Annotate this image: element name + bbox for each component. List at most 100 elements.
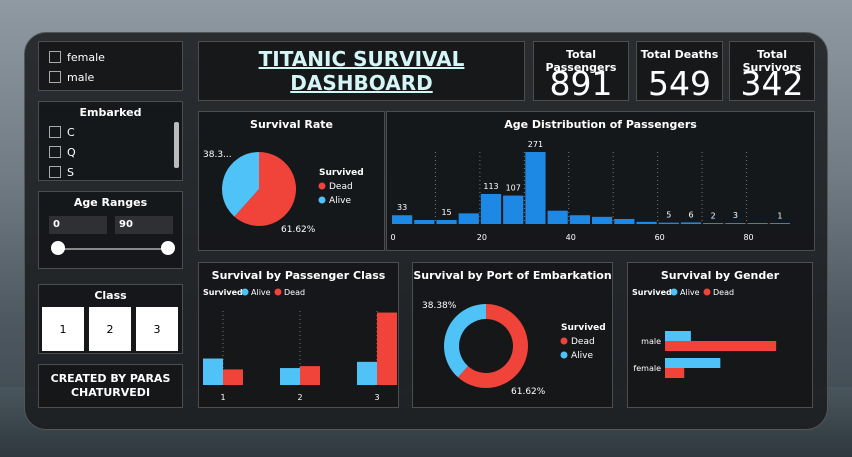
port-chart-panel: Survival by Port of Embarkation Survived… (412, 262, 613, 408)
y-tick-label: male (641, 337, 661, 346)
kpi-label: Total Deaths (640, 48, 719, 61)
age-min-input[interactable]: 0 (49, 216, 107, 234)
gender-chart-panel: Survival by Gender Survived Alive Dead male… (627, 262, 813, 408)
pie-slice-alive (444, 304, 486, 378)
page-title-line1: TITANIC SURVIVAL (258, 47, 465, 71)
credit-text: CREATED BY PARAS CHATURVEDI (50, 372, 171, 399)
kpi-total-deaths: Total Deaths 549 (636, 41, 723, 103)
x-tick-label: 0 (390, 233, 395, 242)
checkbox-icon[interactable] (49, 126, 61, 138)
checkbox-icon[interactable] (49, 166, 61, 178)
x-tick-label: 60 (655, 233, 665, 242)
data-label: 38.38% (422, 301, 457, 311)
class-bar-alive (357, 361, 377, 385)
class-button-3[interactable]: 3 (136, 307, 178, 351)
checkbox-icon[interactable] (49, 51, 61, 63)
x-tick-label: 3 (374, 393, 379, 402)
age-bar (614, 218, 635, 224)
class-title: Class (94, 289, 127, 302)
class-chart: Survived Alive Dead 1 2 3 (203, 288, 397, 402)
title-panel: TITANIC SURVIVAL DASHBOARD (198, 41, 525, 101)
survival-rate-chart-panel: Survival Rate Survived Dead Alive 61.62% 38.… (198, 111, 385, 251)
legend-label: Alive (251, 288, 271, 297)
class-button-1[interactable]: 1 (42, 307, 84, 351)
class-bar-dead (377, 312, 397, 385)
age-bar (747, 223, 768, 224)
chart-title: Survival by Port of Embarkation (413, 269, 612, 282)
data-label: 61.62% (511, 387, 546, 397)
slider-handle-min[interactable] (51, 241, 65, 255)
gender-bar-alive (665, 358, 721, 368)
age-bar (658, 222, 679, 224)
gender-bar-dead (665, 341, 777, 351)
port-chart: Survived Dead Alive 61.62% 38.38% (422, 301, 606, 397)
data-label: 6 (688, 210, 693, 219)
age-bar (569, 215, 590, 224)
class-slicer: Class 1 2 3 (38, 284, 183, 354)
x-tick-label: 80 (743, 233, 753, 242)
age-bar (436, 220, 457, 224)
legend-label: Alive (680, 288, 700, 297)
survival-rate-chart: Survived Dead Alive 61.62% 38.3... (203, 150, 364, 235)
data-label: 107 (506, 184, 521, 193)
kpi-value: 891 (549, 64, 613, 103)
slicer-option-s[interactable]: S (39, 162, 169, 182)
legend-label: Dead (713, 288, 734, 297)
chart-title: Survival by Passenger Class (211, 269, 386, 282)
data-label: 2 (711, 211, 716, 220)
age-bar (725, 223, 746, 224)
legend-label: Alive (571, 351, 593, 361)
data-label: 3 (733, 211, 738, 220)
age-max-input[interactable]: 90 (115, 216, 173, 234)
data-label: 271 (528, 140, 543, 149)
chart-title: Survival Rate (250, 118, 333, 131)
class-bar-dead (223, 369, 243, 385)
legend-marker (318, 196, 326, 204)
age-ranges-title: Age Ranges (73, 196, 148, 209)
slicer-option-male[interactable]: male (39, 67, 182, 87)
kpi-value: 342 (740, 64, 804, 103)
gender-chart: Survived Alive Dead male female (632, 288, 777, 378)
legend-label: Dead (571, 337, 595, 347)
age-bar (769, 223, 790, 224)
class-chart-panel: Survival by Passenger Class Survived Aliv… (198, 262, 399, 408)
slicer-option-female[interactable]: female (39, 47, 182, 67)
data-label: 61.62% (281, 225, 316, 235)
kpi-total-survivors: Total Survivors 342 (729, 41, 815, 103)
slider-track (59, 248, 169, 250)
legend-marker (560, 351, 568, 359)
checkbox-icon[interactable] (49, 71, 61, 83)
slicer-option-c[interactable]: C (39, 122, 169, 142)
data-label: 38.3... (203, 150, 232, 160)
x-tick-label: 1 (220, 393, 225, 402)
age-distribution-chart-panel: Age Distribution of Passengers 33 15 113 10… (386, 111, 815, 251)
legend-marker (318, 182, 326, 190)
sex-slicer: female male (38, 41, 183, 91)
data-label: 1 (777, 212, 782, 221)
class-button-2[interactable]: 2 (89, 307, 131, 351)
legend-title: Survived (203, 288, 243, 297)
age-bar (458, 213, 479, 224)
legend-title: Survived (319, 168, 364, 178)
data-label: 33 (397, 203, 407, 212)
x-tick-label: 20 (477, 233, 487, 242)
credit-panel: CREATED BY PARAS CHATURVEDI (38, 364, 183, 408)
class-bar-alive (280, 368, 300, 385)
age-bar (392, 215, 413, 224)
legend-marker (670, 288, 678, 296)
x-tick-label: 2 (297, 393, 302, 402)
age-bar (503, 195, 524, 224)
embarked-slicer: Embarked C Q S (38, 101, 183, 181)
scrollbar[interactable] (174, 122, 179, 168)
data-label: 15 (441, 208, 451, 217)
legend-label: Dead (284, 288, 305, 297)
class-bar-dead (300, 366, 320, 385)
age-range-slicer: Age Ranges 0 90 (38, 191, 183, 269)
data-label: 5 (666, 211, 671, 220)
legend-label: Alive (329, 196, 351, 206)
age-bar (414, 220, 435, 224)
slicer-option-q[interactable]: Q (39, 142, 169, 162)
checkbox-icon[interactable] (49, 146, 61, 158)
legend-marker (560, 337, 568, 345)
slider-handle-max[interactable] (161, 241, 175, 255)
